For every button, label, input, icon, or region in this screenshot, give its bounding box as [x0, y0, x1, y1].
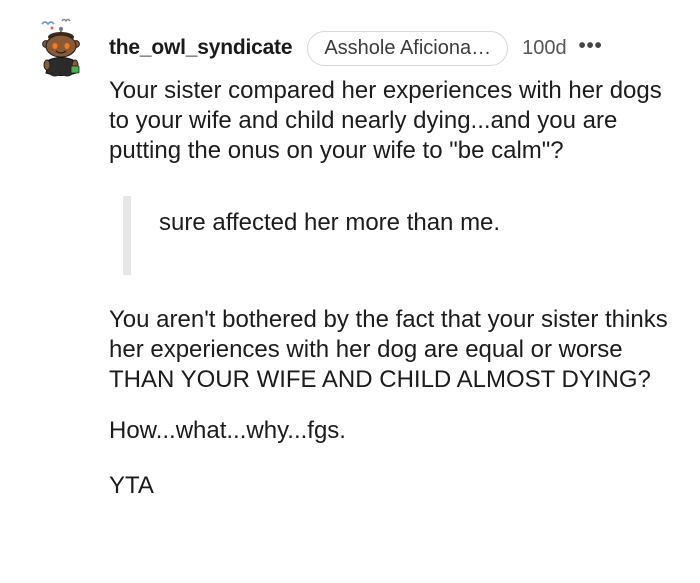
comment: the_owl_syndicate Asshole Aficiona… 100d… [0, 0, 700, 583]
snoo-avatar-icon [41, 18, 80, 77]
comment-body: Your sister compared her experiences wit… [109, 76, 684, 501]
comment-paragraph: YTA [109, 472, 154, 499]
quote-bar [123, 196, 131, 275]
comment-paragraph: You aren't bothered by the fact that you… [109, 306, 668, 393]
more-options-icon[interactable]: ••• [579, 35, 603, 58]
quote-text: sure affected her more than me. [159, 209, 501, 236]
user-flair[interactable]: Asshole Aficiona… [307, 30, 509, 66]
comment-header: the_owl_syndicate Asshole Aficiona… 100d… [109, 30, 603, 66]
comment-age: 100d [522, 36, 567, 59]
comment-paragraph: How...what...why...fgs. [109, 417, 346, 444]
user-avatar[interactable] [38, 16, 84, 78]
comment-paragraph: Your sister compared her experiences wit… [109, 77, 662, 164]
blockquote: sure affected her more than me. [109, 196, 684, 275]
username-link[interactable]: the_owl_syndicate [109, 36, 293, 60]
